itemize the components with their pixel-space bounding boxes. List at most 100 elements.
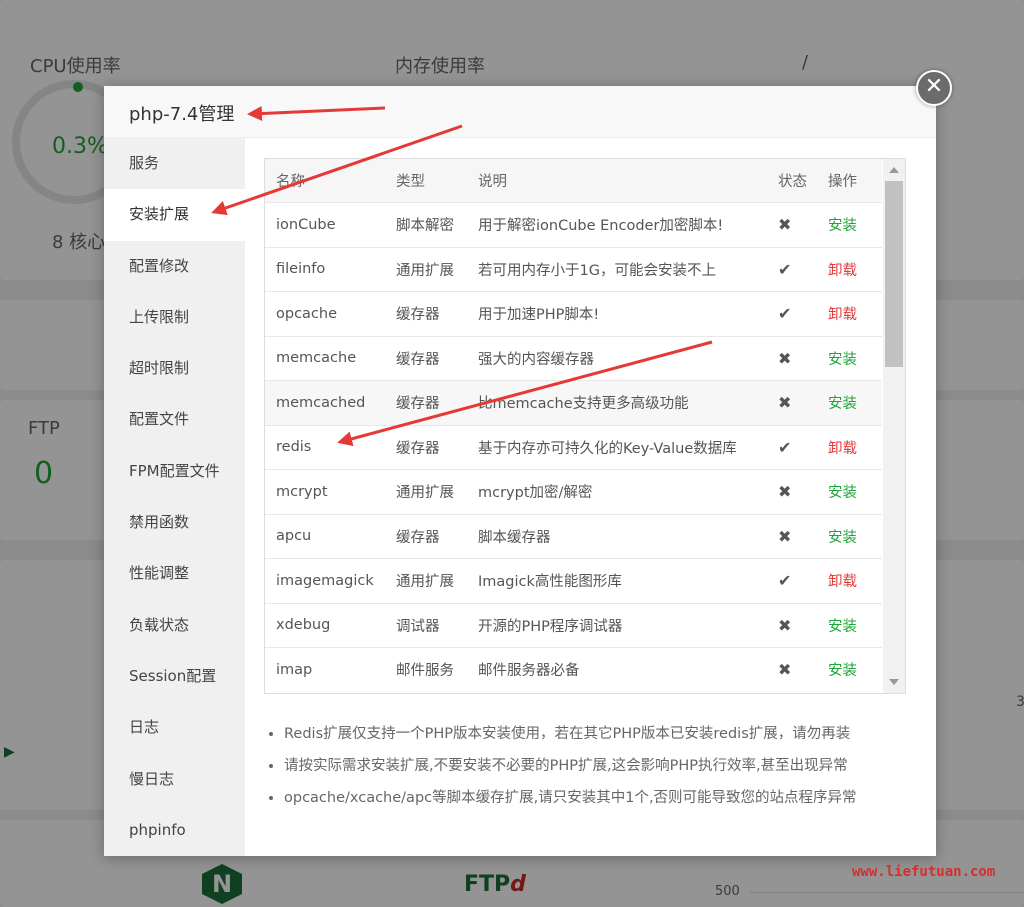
extensions-table: 名称 类型 说明 状态 操作 ionCube 脚本解密 用于解密ionCube En…: [265, 159, 882, 692]
scroll-thumb[interactable]: [885, 181, 903, 367]
extension-name: imap: [276, 661, 313, 678]
table-row: imagemagick 通用扩展 Imagick高性能图形库 ✔ 卸载: [265, 558, 882, 603]
extension-description: 开源的PHP程序调试器: [478, 618, 623, 635]
scroll-up-icon[interactable]: [889, 167, 899, 173]
note-item: opcache/xcache/apc等脚本缓存扩展,请只安装其中1个,否则可能导…: [284, 782, 944, 814]
table-scrollbar[interactable]: [883, 159, 905, 693]
installed-check-icon: ✔: [778, 304, 792, 324]
note-item: 请按实际需求安装扩展,不要安装不必要的PHP扩展,这会影响PHP执行效率,甚至出…: [284, 750, 944, 782]
header-description: 说明: [467, 159, 767, 203]
help-notes: Redis扩展仅支持一个PHP版本安装使用，若在其它PHP版本已安装redis扩…: [262, 718, 944, 814]
extension-type: 通用扩展: [396, 262, 454, 279]
not-installed-x-icon: ✖: [778, 660, 792, 680]
sidebar-item[interactable]: 禁用函数: [104, 497, 245, 548]
extension-name: opcache: [276, 305, 338, 322]
extension-description: 强大的内容缓存器: [478, 351, 594, 368]
watermark: www.liefutuan.com: [852, 864, 996, 880]
extension-type: 缓存器: [396, 307, 440, 324]
not-installed-x-icon: ✖: [778, 615, 792, 635]
extension-name: mcrypt: [276, 483, 328, 500]
table-row: opcache 缓存器 用于加速PHP脚本! ✔ 卸载: [265, 291, 882, 336]
extension-description: 比memcache支持更多高级功能: [478, 396, 689, 413]
table-row: fileinfo 通用扩展 若可用内存小于1G，可能会安装不上 ✔ 卸载: [265, 246, 882, 292]
sidebar-item[interactable]: 服务: [104, 138, 245, 189]
extension-type: 缓存器: [396, 396, 440, 413]
not-installed-x-icon: ✖: [778, 348, 792, 368]
install-button[interactable]: 安装: [828, 619, 857, 635]
modal-title: php-7.4管理: [104, 86, 936, 138]
header-status: 状态: [767, 159, 817, 203]
not-installed-x-icon: ✖: [778, 526, 792, 546]
table-row: imap 邮件服务 邮件服务器必备 ✖ 安装: [265, 647, 882, 692]
table-row: apcu 缓存器 脚本缓存器 ✖ 安装: [265, 513, 882, 559]
sidebar-item[interactable]: 负载状态: [104, 600, 245, 651]
table-row: xdebug 调试器 开源的PHP程序调试器 ✖ 安装: [265, 602, 882, 648]
table-row: redis 缓存器 基于内存亦可持久化的Key-Value数据库 ✔ 卸载: [265, 424, 882, 470]
modal-sidebar: 服务 安装扩展 配置修改 上传限制 超时限制 配置文件 FPM配置文件 禁用函数 性能调整 负载状…: [104, 138, 245, 856]
install-button[interactable]: 安装: [828, 530, 857, 546]
install-button[interactable]: 安装: [828, 663, 857, 679]
sidebar-item[interactable]: 日志: [104, 702, 245, 753]
sidebar-item[interactable]: 性能调整: [104, 548, 245, 599]
extension-description: 邮件服务器必备: [478, 663, 580, 680]
uninstall-button[interactable]: 卸载: [828, 441, 857, 457]
installed-check-icon: ✔: [778, 259, 792, 279]
uninstall-button[interactable]: 卸载: [828, 263, 857, 279]
extension-description: 用于加速PHP脚本!: [478, 307, 600, 324]
extension-description: Imagick高性能图形库: [478, 574, 622, 591]
install-button[interactable]: 安装: [828, 352, 857, 368]
extension-description: 基于内存亦可持久化的Key-Value数据库: [478, 440, 737, 457]
extension-name: imagemagick: [276, 572, 374, 589]
extension-name: apcu: [276, 528, 312, 545]
install-button[interactable]: 安装: [828, 396, 857, 412]
extension-description: 用于解密ionCube Encoder加密脚本!: [478, 218, 724, 235]
extension-name: memcache: [276, 350, 357, 367]
install-button[interactable]: 安装: [828, 485, 857, 501]
php-manager-modal: php-7.4管理 服务 安装扩展 配置修改 上传限制 超时限制 配置文件 FPM配置文件禁…: [104, 86, 936, 856]
extension-description: 脚本缓存器: [478, 529, 551, 546]
extension-name: ionCube: [276, 216, 336, 233]
extension-type: 邮件服务: [396, 663, 454, 680]
extension-type: 脚本解密: [396, 218, 454, 235]
extension-description: mcrypt加密/解密: [478, 485, 593, 502]
table-row: ionCube 脚本解密 用于解密ionCube Encoder加密脚本! ✖ 安装: [265, 202, 882, 247]
not-installed-x-icon: ✖: [778, 393, 792, 413]
table-row: memcached 缓存器 比memcache支持更多高级功能 ✖ 安装: [265, 380, 882, 425]
extension-description: 若可用内存小于1G，可能会安装不上: [478, 262, 716, 279]
extensions-table-container[interactable]: 名称 类型 说明 状态 操作 ionCube 脚本解密 用于解密ionCube En…: [264, 158, 906, 694]
extension-name: memcached: [276, 394, 366, 411]
sidebar-item[interactable]: phpinfo: [104, 805, 245, 856]
extension-name: xdebug: [276, 617, 331, 634]
extension-type: 通用扩展: [396, 485, 454, 502]
sidebar-item[interactable]: Session配置: [104, 651, 245, 702]
scroll-down-icon[interactable]: [889, 679, 899, 685]
sidebar-item[interactable]: 慢日志: [104, 754, 245, 805]
table-row: memcache 缓存器 强大的内容缓存器 ✖ 安装: [265, 335, 882, 381]
sidebar-item[interactable]: 上传限制: [104, 292, 245, 343]
close-icon: ✕: [924, 74, 944, 99]
sidebar-item[interactable]: FPM配置文件: [104, 446, 245, 497]
extension-name: redis: [276, 439, 312, 456]
extension-type: 缓存器: [396, 440, 440, 457]
uninstall-button[interactable]: 卸载: [828, 307, 857, 323]
install-button[interactable]: 安装: [828, 218, 857, 234]
header-name: 名称: [265, 159, 385, 203]
not-installed-x-icon: ✖: [778, 215, 792, 235]
close-button[interactable]: ✕: [916, 70, 952, 106]
header-action: 操作: [817, 159, 882, 203]
extension-type: 通用扩展: [396, 574, 454, 591]
extension-type: 缓存器: [396, 351, 440, 368]
note-item: Redis扩展仅支持一个PHP版本安装使用，若在其它PHP版本已安装redis扩…: [284, 718, 944, 750]
sidebar-item[interactable]: 超时限制: [104, 343, 245, 394]
not-installed-x-icon: ✖: [778, 482, 792, 502]
installed-check-icon: ✔: [778, 571, 792, 591]
installed-check-icon: ✔: [778, 437, 792, 457]
uninstall-button[interactable]: 卸载: [828, 574, 857, 590]
extension-name: fileinfo: [276, 261, 326, 278]
sidebar-item[interactable]: 配置修改: [104, 241, 245, 292]
sidebar-item[interactable]: 安装扩展: [104, 189, 245, 241]
sidebar-item[interactable]: 配置文件: [104, 394, 245, 445]
extension-type: 缓存器: [396, 529, 440, 546]
table-row: mcrypt 通用扩展 mcrypt加密/解密 ✖ 安装: [265, 469, 882, 514]
table-header-row: 名称 类型 说明 状态 操作: [265, 159, 882, 203]
